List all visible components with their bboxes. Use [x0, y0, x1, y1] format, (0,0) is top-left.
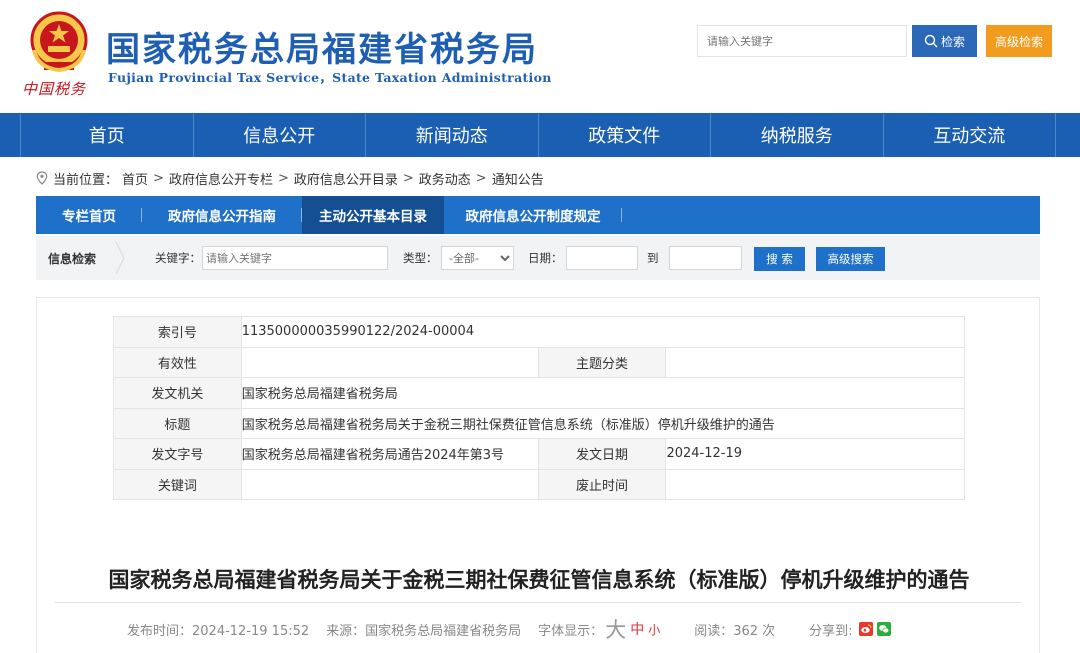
tab-disclosure-rules[interactable]: 政府信息公开制度规定	[444, 196, 622, 234]
keyword-label: 关键字：	[155, 251, 201, 265]
meta-value-issuer: 国家税务总局福建省税务局	[240, 377, 966, 409]
site-subtitle: Fujian Provincial Tax Service，State Taxa…	[108, 70, 552, 85]
filter-search-button[interactable]: 搜 索	[754, 247, 805, 271]
chevron-right-icon	[115, 241, 125, 275]
meta-value-topic	[665, 346, 965, 378]
document-meta-table: 索引号 113500000035990122/2024-00004 有效性 主题…	[113, 316, 966, 500]
font-size-small[interactable]: 小	[648, 621, 660, 638]
read-count: 阅读：362 次	[694, 623, 776, 639]
header-advanced-search-button[interactable]: 高级检索	[986, 25, 1052, 57]
nav-item-home[interactable]: 首页	[20, 113, 193, 157]
site-title: 国家税务总局福建省税务局	[106, 30, 538, 70]
filter-advanced-search-button[interactable]: 高级搜索	[816, 247, 885, 271]
breadcrumb-item-home[interactable]: 首页	[122, 169, 148, 188]
header-search-label: 检索	[940, 34, 965, 49]
tab-label: 主动公开基本目录	[319, 209, 427, 225]
nav-item-tax-service[interactable]: 纳税服务	[710, 113, 883, 157]
china-tax-brush-logo: 中国税务	[22, 80, 87, 98]
article-info-bar: 发布时间：2024-12-19 15:52 来源：国家税务总局福建省税务局 字体…	[127, 618, 891, 642]
date-label: 日期：	[528, 251, 563, 265]
location-pin-icon	[36, 171, 48, 185]
meta-key: 关键词	[113, 468, 242, 500]
nav-item-news[interactable]: 新闻动态	[365, 113, 538, 157]
tab-disclosure-guide[interactable]: 政府信息公开指南	[142, 196, 302, 234]
table-row: 索引号 113500000035990122/2024-00004	[113, 316, 966, 348]
meta-value-keywords	[240, 468, 539, 500]
nav-item-info-disclosure[interactable]: 信息公开	[192, 113, 366, 157]
publish-time: 发布时间：2024-12-19 15:52	[127, 623, 310, 639]
breadcrumb-item-gov-info-column[interactable]: 政府信息公开专栏	[169, 169, 273, 188]
meta-value-expiry	[665, 468, 965, 500]
table-row: 发文字号 国家税务总局福建省税务局通告2024年第3号 发文日期 2024-12…	[113, 438, 965, 470]
breadcrumb-item-gov-info-catalog[interactable]: 政府信息公开目录	[294, 169, 398, 188]
breadcrumb-separator: >	[277, 170, 289, 186]
table-row: 标题 国家税务总局福建省税务局关于金税三期社保费征管信息系统（标准版）停机升级维…	[113, 407, 966, 439]
tab-label: 政府信息公开制度规定	[465, 209, 601, 225]
font-size-label: 字体显示：	[538, 623, 604, 639]
table-row: 有效性 主题分类	[113, 346, 965, 378]
meta-value-index: 113500000035990122/2024-00004	[240, 316, 966, 348]
meta-key: 有效性	[113, 346, 242, 378]
keyword-input[interactable]	[202, 246, 388, 270]
weibo-share-icon[interactable]	[858, 622, 873, 636]
table-row: 发文机关 国家税务总局福建省税务局	[113, 377, 966, 409]
info-search-label: 信息检索	[48, 251, 97, 266]
date-from-input[interactable]	[566, 246, 638, 270]
meta-key: 废止时间	[537, 468, 667, 500]
sub-tabs: 专栏首页 政府信息公开指南 主动公开基本目录 政府信息公开制度规定	[36, 196, 1040, 234]
tab-label: 政府信息公开指南	[168, 209, 276, 225]
search-icon	[924, 34, 938, 48]
meta-value-docno: 国家税务总局福建省税务局通告2024年第3号	[240, 438, 539, 470]
header-search-input[interactable]	[697, 25, 907, 57]
meta-key: 发文机关	[113, 377, 242, 409]
meta-key: 标题	[113, 407, 242, 439]
meta-value-title: 国家税务总局福建省税务局关于金税三期社保费征管信息系统（标准版）停机升级维护的通…	[240, 407, 966, 439]
breadcrumb-separator: >	[475, 170, 487, 186]
article-container: 索引号 113500000035990122/2024-00004 有效性 主题…	[36, 297, 1040, 653]
font-size-large[interactable]: 大	[605, 614, 626, 644]
meta-key: 发文字号	[113, 438, 242, 470]
breadcrumb-separator: >	[153, 170, 164, 186]
date-to-input[interactable]	[669, 246, 742, 270]
meta-key: 索引号	[113, 316, 242, 348]
meta-value-date: 2024-12-19	[665, 438, 965, 470]
tab-label: 专栏首页	[62, 209, 116, 225]
tab-basic-catalog[interactable]: 主动公开基本目录	[302, 196, 444, 234]
site-header: 中国税务 国家税务总局福建省税务局 Fujian Provincial Tax …	[0, 0, 1080, 113]
font-size-medium[interactable]: 中	[630, 619, 644, 639]
table-row: 关键词 废止时间	[113, 468, 965, 500]
breadcrumb-item-gov-affairs[interactable]: 政务动态	[419, 169, 471, 188]
tax-emblem-icon	[30, 11, 88, 73]
info-search-bar: 信息检索 关键字： 类型： -全部- 日期： 到 搜 索 高级搜索	[36, 236, 1040, 280]
meta-value-validity	[240, 346, 539, 378]
article-title: 国家税务总局福建省税务局关于金税三期社保费征管信息系统（标准版）停机升级维护的通…	[108, 568, 970, 592]
breadcrumb-separator: >	[402, 170, 414, 186]
main-nav: 首页 信息公开 新闻动态 政策文件 纳税服务 互动交流	[0, 113, 1080, 157]
wechat-share-icon[interactable]	[876, 622, 891, 636]
breadcrumb-prefix: 当前位置：	[53, 172, 119, 188]
type-select[interactable]: -全部-	[441, 246, 514, 270]
divider	[55, 602, 1021, 603]
header-search-button[interactable]: 检索	[912, 25, 977, 57]
type-label: 类型：	[403, 251, 438, 265]
article-source: 来源：国家税务总局福建省税务局	[326, 623, 522, 639]
nav-item-policy[interactable]: 政策文件	[537, 113, 711, 157]
nav-item-interaction[interactable]: 互动交流	[882, 113, 1056, 157]
meta-key: 主题分类	[537, 346, 667, 378]
breadcrumb: 当前位置： 首页 > 政府信息公开专栏 > 政府信息公开目录 > 政务动态 > …	[36, 168, 544, 188]
tab-column-home[interactable]: 专栏首页	[36, 196, 142, 234]
breadcrumb-item-notices[interactable]: 通知公告	[492, 169, 544, 188]
date-to-label: 到	[647, 251, 659, 265]
meta-key: 发文日期	[537, 438, 667, 470]
share-label: 分享到:	[809, 623, 853, 639]
